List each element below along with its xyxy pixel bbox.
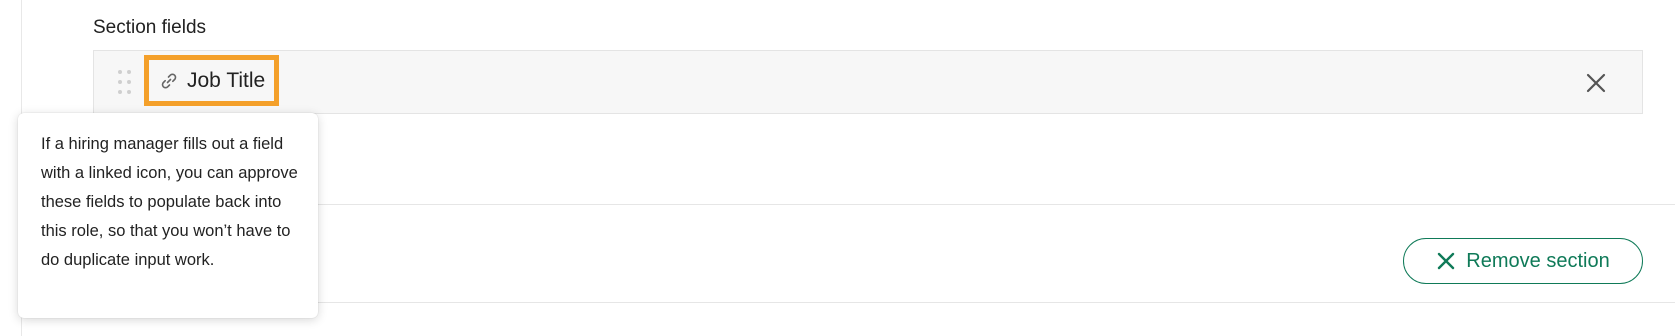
remove-section-label: Remove section xyxy=(1466,249,1610,272)
link-icon xyxy=(159,71,179,91)
tooltip-text: If a hiring manager fills out a field wi… xyxy=(41,135,298,269)
drag-handle-icon[interactable] xyxy=(118,70,132,96)
linked-field-chip[interactable]: Job Title xyxy=(144,55,279,106)
remove-section-button[interactable]: Remove section xyxy=(1403,238,1643,284)
close-icon xyxy=(1436,251,1456,271)
section-field-row: Job Title xyxy=(93,50,1643,114)
remove-field-button[interactable] xyxy=(1584,71,1608,95)
linked-field-tooltip: If a hiring manager fills out a field wi… xyxy=(18,113,318,318)
close-icon xyxy=(1586,73,1606,93)
field-name: Job Title xyxy=(187,68,266,92)
section-fields-label: Section fields xyxy=(93,17,207,38)
